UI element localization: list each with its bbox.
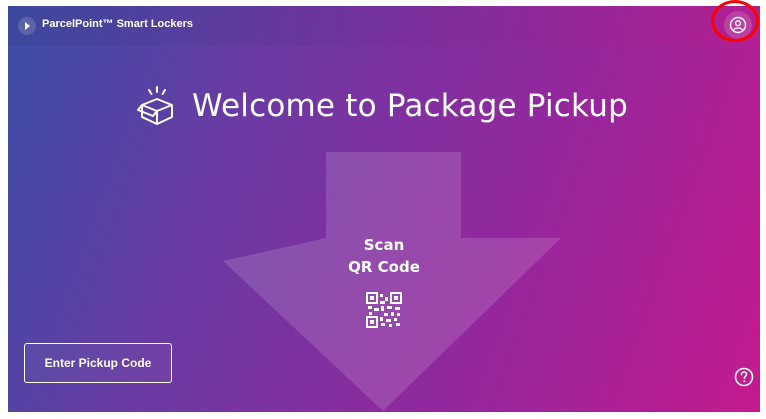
kiosk-screen: ParcelPoint™ Smart Lockers Welcome to Pa… — [8, 6, 760, 412]
scan-qr-label: Scan QR Code — [334, 234, 434, 278]
help-question-icon[interactable] — [734, 367, 754, 387]
qr-code-icon — [366, 292, 402, 328]
enter-pickup-code-button[interactable]: Enter Pickup Code — [24, 343, 172, 383]
account-button-highlight — [711, 0, 759, 42]
scan-label-line1: Scan — [363, 236, 405, 254]
page-title: Welcome to Package Pickup — [192, 88, 628, 124]
welcome-heading: Welcome to Package Pickup — [134, 76, 628, 136]
enter-pickup-code-label: Enter Pickup Code — [44, 356, 152, 370]
scan-label-line2: QR Code — [348, 258, 420, 276]
package-box-icon — [137, 86, 173, 125]
